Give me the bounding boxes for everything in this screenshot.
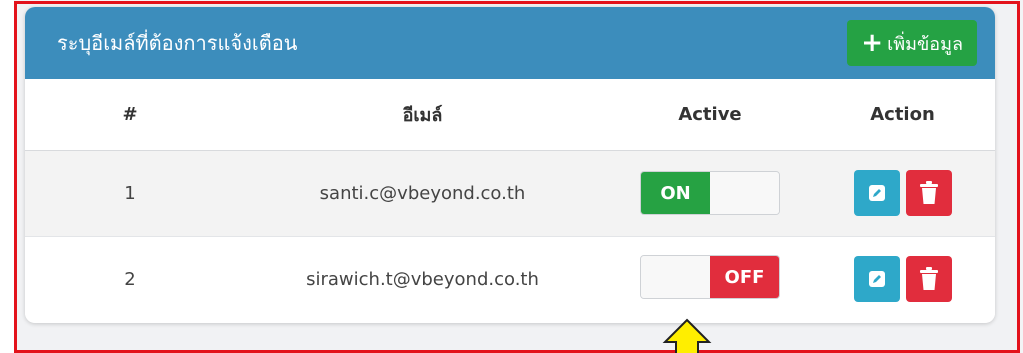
email-alert-panel: ระบุอีเมล์ที่ต้องการแจ้งเตือน + เพิ่มข้อ… — [25, 7, 995, 323]
add-data-label: เพิ่มข้อมูล — [887, 33, 963, 55]
edit-button[interactable] — [853, 170, 900, 216]
table-row: 2 sirawich.t@vbeyond.co.th OFF — [25, 236, 995, 322]
toggle-on-label: ON — [641, 172, 710, 214]
column-header-action: Action — [870, 103, 935, 125]
left-strip — [0, 0, 14, 353]
email-table: # อีเมล์ Active Action 1 santi.c@vbeyond… — [25, 79, 995, 322]
up-arrow-icon — [662, 318, 712, 353]
add-data-button[interactable]: + เพิ่มข้อมูล — [847, 20, 977, 66]
trash-icon — [919, 181, 938, 204]
plus-icon: + — [861, 28, 884, 58]
toggle-blank — [710, 172, 779, 214]
row-email: santi.c@vbeyond.co.th — [319, 182, 526, 204]
row-number: 2 — [124, 268, 136, 290]
active-toggle[interactable]: OFF — [640, 255, 780, 300]
toggle-blank — [641, 256, 710, 299]
trash-icon — [919, 267, 938, 291]
toggle-off-label: OFF — [710, 256, 779, 299]
column-header-number: # — [122, 103, 138, 125]
row-number: 1 — [124, 182, 136, 204]
table-row: 1 santi.c@vbeyond.co.th ON — [25, 150, 995, 236]
active-toggle[interactable]: ON — [640, 171, 780, 215]
column-header-active: Active — [678, 103, 742, 125]
column-header-email: อีเมล์ — [402, 104, 443, 126]
edit-button[interactable] — [853, 256, 900, 303]
table-header-row: # อีเมล์ Active Action — [25, 79, 995, 150]
row-email: sirawich.t@vbeyond.co.th — [306, 268, 539, 290]
delete-button[interactable] — [905, 170, 952, 216]
panel-title: ระบุอีเมล์ที่ต้องการแจ้งเตือน — [57, 31, 298, 55]
pencil-icon — [868, 271, 885, 288]
panel-header: ระบุอีเมล์ที่ต้องการแจ้งเตือน + เพิ่มข้อ… — [25, 7, 995, 79]
pencil-icon — [868, 185, 885, 201]
delete-button[interactable] — [905, 256, 952, 303]
